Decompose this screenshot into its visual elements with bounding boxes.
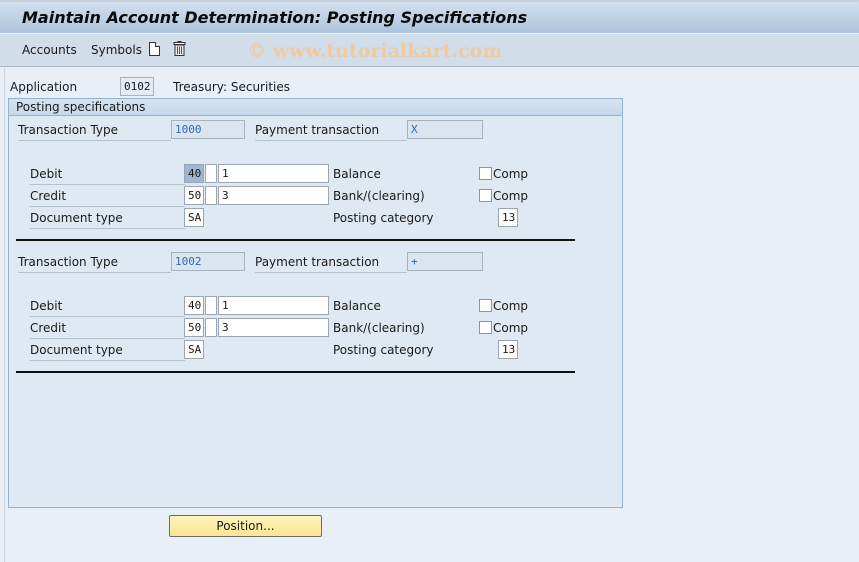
posting-category-field[interactable]: 13 [498,340,518,359]
payment-transaction-field[interactable]: X [407,120,483,139]
document-type-field[interactable]: SA [184,340,204,359]
application-label: Application [10,80,78,94]
credit-description: Bank/(clearing) [333,189,425,203]
posting-category-label: Posting category [333,343,434,357]
application-toolbar: Accounts Symbols © www.tutorialkart.com [0,34,859,67]
payment-transaction-label: Payment transaction [255,255,407,273]
debit-label: Debit [30,167,185,185]
block-separator [16,239,575,241]
credit-flag-field[interactable] [205,318,217,337]
page-title: Maintain Account Determination: Posting … [22,8,528,27]
symbols-button[interactable]: Symbols [91,43,142,57]
credit-comp-checkbox[interactable] [479,321,492,334]
debit-description: Balance [333,167,381,181]
new-document-icon[interactable] [149,42,160,56]
debit-comp-label: Comp [493,167,529,181]
group-header: Posting specifications [9,99,622,116]
posting-specifications-group: Posting specifications Transaction Type … [8,98,623,508]
payment-transaction-label: Payment transaction [255,123,407,141]
credit-account-symbol-field[interactable]: 3 [218,318,329,337]
credit-label: Credit [30,321,185,339]
debit-posting-key-field[interactable]: 40 [184,164,204,183]
credit-comp-label: Comp [493,321,529,335]
watermark-text: © www.tutorialkart.com [247,40,503,62]
posting-category-label: Posting category [333,211,434,225]
document-type-field[interactable]: SA [184,208,204,227]
posting-category-field[interactable]: 13 [498,208,518,227]
credit-posting-key-field[interactable]: 50 [184,186,204,205]
debit-comp-checkbox[interactable] [479,167,492,180]
transaction-type-field[interactable]: 1002 [171,252,245,271]
position-button[interactable]: Position... [169,515,322,537]
credit-comp-checkbox[interactable] [479,189,492,202]
debit-account-symbol-field[interactable]: 1 [218,296,329,315]
debit-account-symbol-field[interactable]: 1 [218,164,329,183]
credit-description: Bank/(clearing) [333,321,425,335]
debit-comp-checkbox[interactable] [479,299,492,312]
credit-account-symbol-field[interactable]: 3 [218,186,329,205]
transaction-type-label: Transaction Type [18,255,171,273]
credit-flag-field[interactable] [205,186,217,205]
title-bar: Maintain Account Determination: Posting … [0,0,859,34]
application-description: Treasury: Securities [173,80,290,94]
transaction-type-field[interactable]: 1000 [171,120,245,139]
group-title: Posting specifications [16,100,146,114]
credit-posting-key-field[interactable]: 50 [184,318,204,337]
accounts-button[interactable]: Accounts [22,43,77,57]
payment-transaction-field[interactable]: + [407,252,483,271]
credit-comp-label: Comp [493,189,529,203]
application-field[interactable]: 0102 [120,77,154,96]
document-type-label: Document type [30,211,185,229]
transaction-type-label: Transaction Type [18,123,171,141]
delete-trash-icon[interactable] [173,41,186,56]
left-border [4,68,5,562]
debit-posting-key-field[interactable]: 40 [184,296,204,315]
debit-description: Balance [333,299,381,313]
document-type-label: Document type [30,343,185,361]
block-separator [16,371,575,373]
debit-flag-field[interactable] [205,296,217,315]
debit-comp-label: Comp [493,299,529,313]
debit-label: Debit [30,299,185,317]
debit-flag-field[interactable] [205,164,217,183]
credit-label: Credit [30,189,185,207]
